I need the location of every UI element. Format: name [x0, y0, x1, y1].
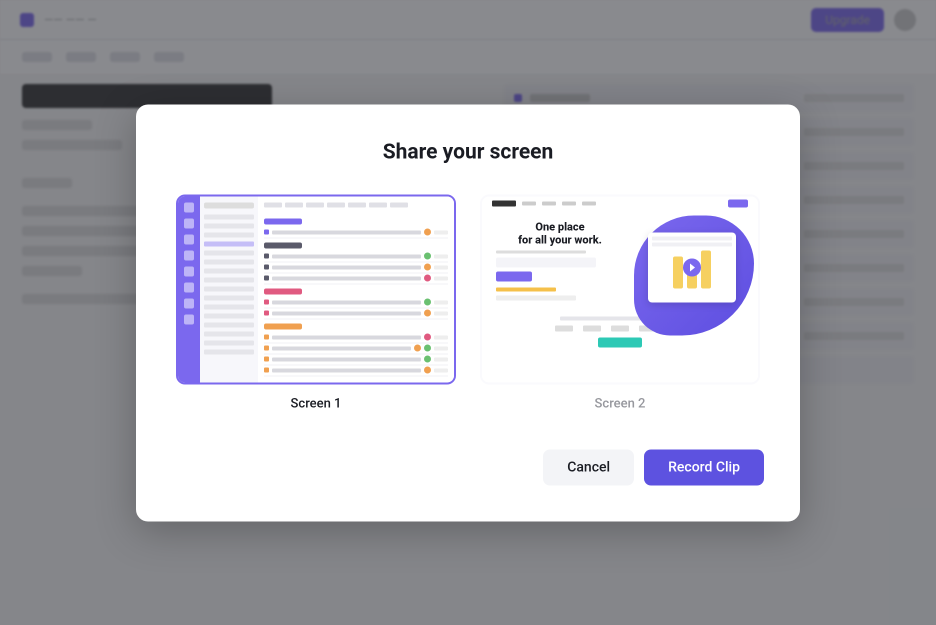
screen-1-label: Screen 1	[176, 396, 456, 411]
thumb2-logo-icon	[492, 200, 516, 206]
record-clip-button[interactable]: Record Clip	[644, 449, 764, 485]
thumb1-sidebar	[200, 196, 258, 382]
thumb2-screenshot	[648, 232, 736, 302]
cancel-button[interactable]: Cancel	[543, 449, 634, 485]
thumb2-headline: One place for all your work.	[496, 220, 624, 246]
screen-2-thumbnail: One place for all your work.	[480, 194, 760, 384]
screen-options: Screen 1 One place for all your work	[172, 194, 764, 411]
screen-option-1[interactable]: Screen 1	[176, 194, 456, 411]
thumb1-rail	[178, 196, 200, 382]
modal-footer: Cancel Record Clip	[172, 449, 764, 485]
screen-2-label: Screen 2	[480, 396, 760, 411]
play-icon	[683, 258, 701, 276]
thumb1-main	[258, 196, 454, 382]
modal-title: Share your screen	[172, 140, 764, 164]
share-screen-modal: Share your screen	[136, 104, 800, 521]
screen-option-2[interactable]: One place for all your work.	[480, 194, 760, 411]
thumb2-nav	[482, 196, 758, 210]
screen-1-thumbnail	[176, 194, 456, 384]
